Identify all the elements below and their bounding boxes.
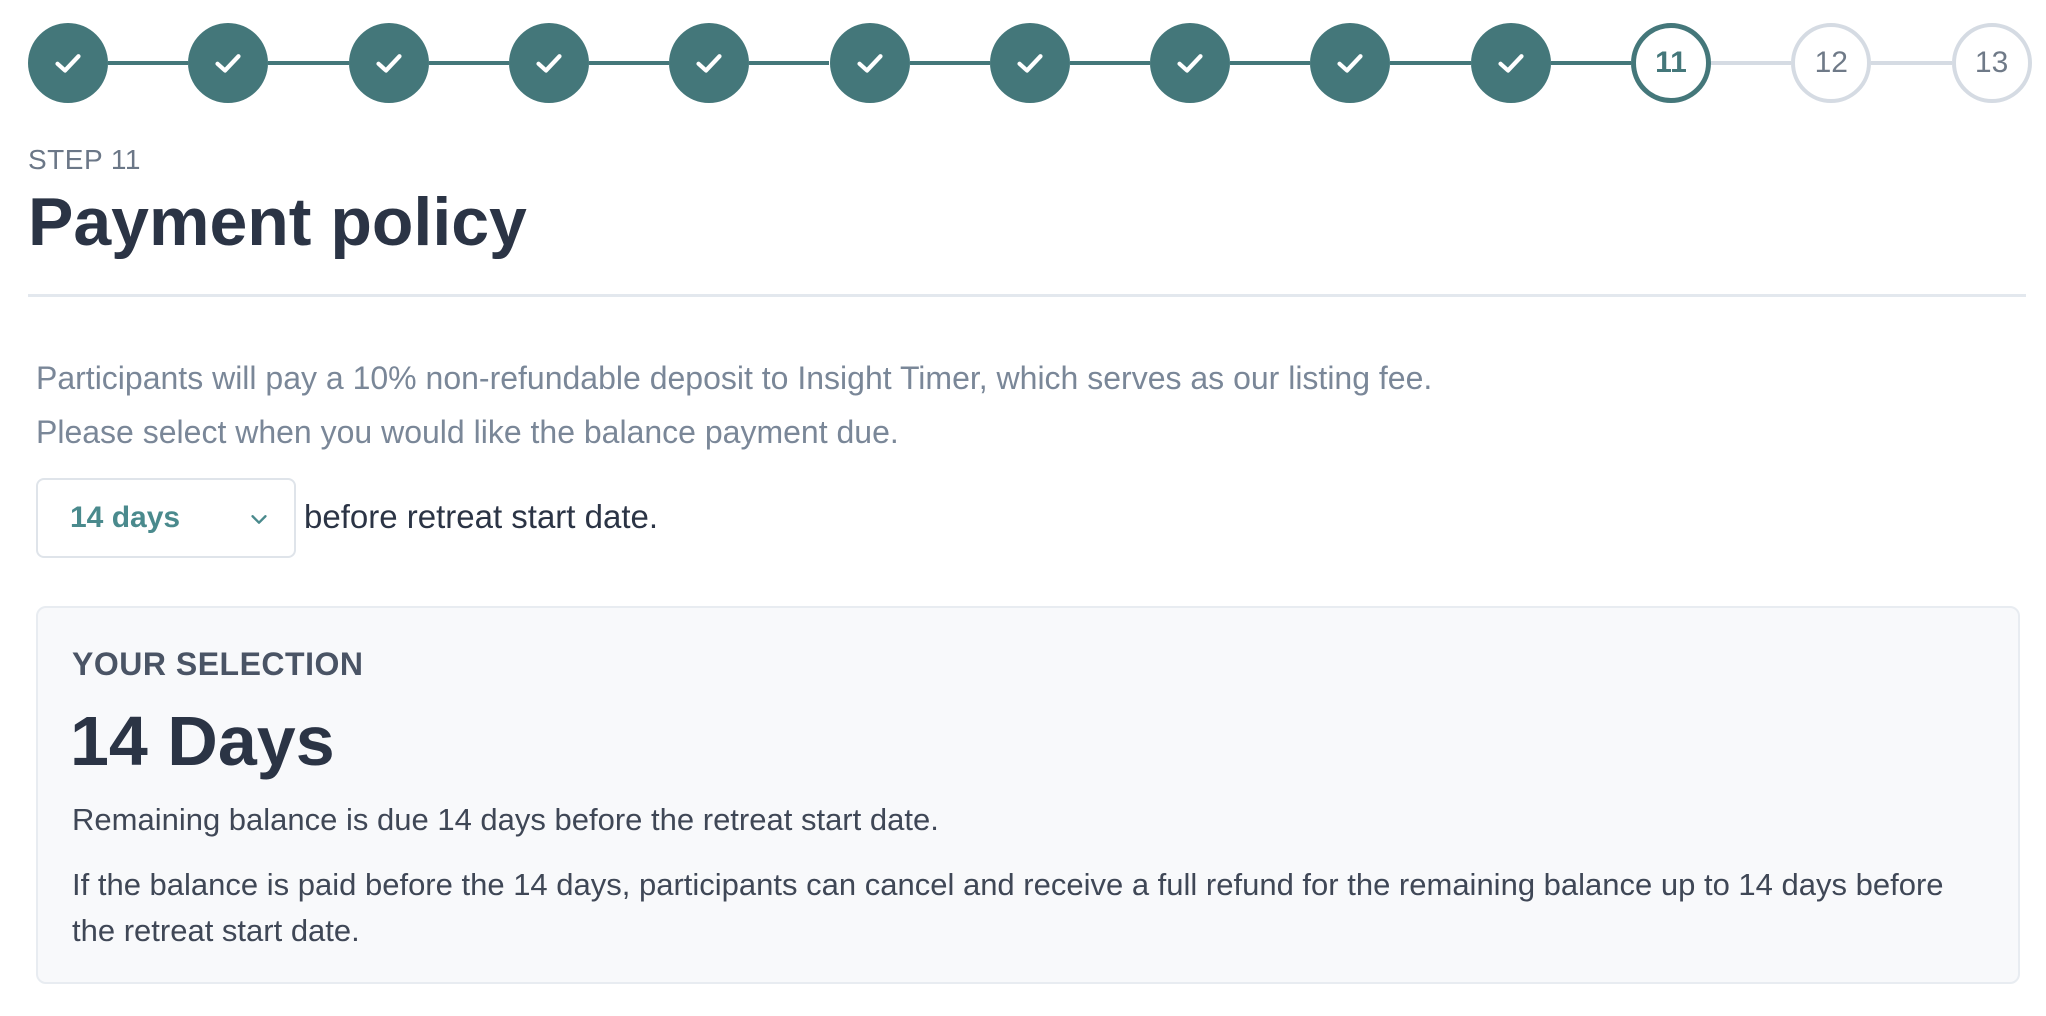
step-5[interactable] [669, 23, 750, 103]
step-4[interactable] [508, 23, 589, 103]
step-connector [1871, 61, 1952, 65]
step-2[interactable] [188, 23, 269, 103]
check-icon [856, 54, 883, 73]
step-connector [1550, 61, 1631, 65]
step-connector [428, 61, 509, 65]
check-icon [1337, 54, 1363, 73]
deposit-description: Participants will pay a 10% non-refundab… [36, 360, 1433, 396]
check-icon [1177, 54, 1203, 73]
balance-due-selected-value: 14 days [70, 501, 181, 534]
check-icon [215, 54, 241, 73]
step-connector [1230, 61, 1311, 65]
balance-due-select[interactable]: 14 days [36, 478, 296, 558]
step-number: 13 [1974, 46, 2009, 79]
selection-summary-card: YOUR SELECTION 14 Days Remaining balance… [36, 606, 2020, 984]
step-13: 13 [1951, 23, 2032, 103]
check-icon [1498, 54, 1524, 73]
step-6[interactable] [829, 23, 910, 103]
step-connector [588, 61, 670, 65]
balance-due-suffix: before retreat start date. [304, 498, 659, 535]
page-title: Payment policy [28, 184, 527, 260]
step-3[interactable] [348, 23, 429, 103]
payment-policy-page: 11 12 13 STEP 11 Payment policy Participan… [0, 0, 2046, 1016]
step-12: 12 [1791, 23, 1872, 103]
check-icon [375, 54, 402, 73]
step-connector [1069, 61, 1151, 65]
step-8[interactable] [1150, 23, 1231, 103]
chevron-down-icon [251, 515, 267, 524]
selection-refund-text: If the balance is paid before the 14 day… [72, 867, 1944, 948]
step-11: 11 [1631, 23, 1711, 103]
step-number: 11 [1655, 46, 1687, 79]
step-number: 12 [1814, 46, 1848, 79]
step-connector [268, 61, 349, 65]
selection-value: 14 Days [70, 702, 335, 780]
balance-instruction: Please select when you would like the ba… [36, 414, 899, 450]
progress-stepper: 11 12 13 [28, 23, 2032, 103]
check-icon [696, 54, 722, 73]
check-icon [536, 54, 562, 73]
step-label: STEP 11 [28, 144, 141, 175]
header-divider [28, 294, 2026, 297]
check-icon [1017, 54, 1043, 73]
step-connector [749, 61, 830, 65]
step-10[interactable] [1470, 23, 1551, 103]
step-connector [108, 61, 189, 65]
step-connector [909, 61, 990, 65]
check-icon [55, 54, 81, 73]
step-connector [1711, 61, 1792, 65]
step-1[interactable] [28, 23, 108, 103]
step-7[interactable] [989, 23, 1070, 103]
selection-label: YOUR SELECTION [72, 646, 364, 682]
step-9[interactable] [1310, 23, 1391, 103]
selection-due-text: Remaining balance is due 14 days before … [72, 802, 939, 837]
step-connector [1390, 61, 1471, 65]
